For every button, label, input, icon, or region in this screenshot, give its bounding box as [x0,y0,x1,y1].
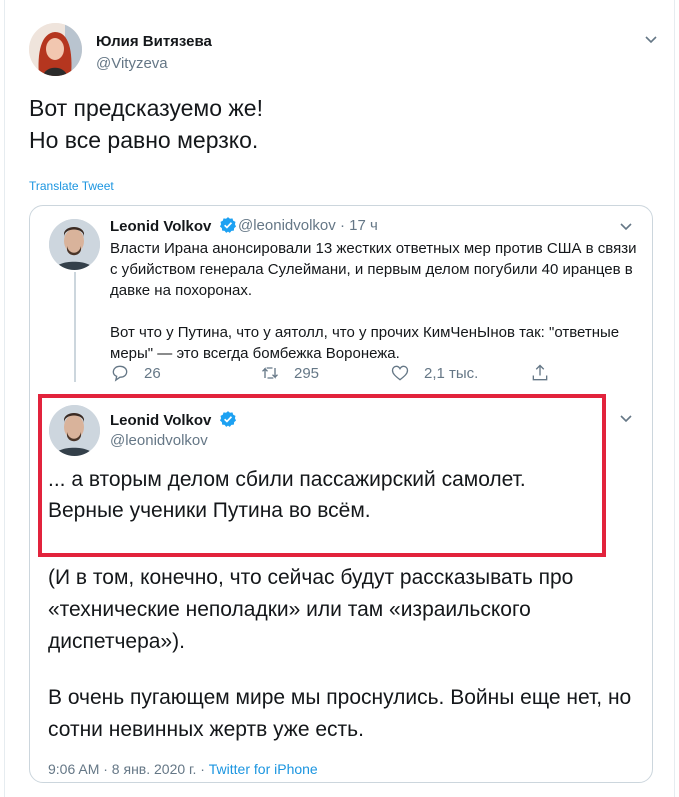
like-button[interactable]: 2,1 тыс. [390,363,478,383]
tweet-meta: @leonidvolkov · 17 ч [238,217,378,234]
translate-tweet-link[interactable]: Translate Tweet [29,179,114,193]
tweet-text-line: Вот предсказуемо же! [29,95,263,121]
retweet-count: 295 [294,364,320,382]
tweet-text-continuation: (И в том, конечно, что сейчас будут расс… [48,562,638,770]
reply-icon [112,365,128,382]
chevron-down-icon[interactable] [643,31,659,47]
retweet-icon [262,367,278,379]
thread-line [74,272,76,382]
heart-icon [391,365,409,381]
verified-badge-icon [219,217,236,233]
tweet-footer: 9:06 AM · 8 янв. 2020 г. · Twitter for i… [48,761,318,777]
highlight-box [38,394,606,557]
timestamp[interactable]: 9:06 AM · 8 янв. 2020 г. · [48,761,209,777]
tweet-text-line: Но все равно мерзко. [29,127,259,153]
reply-count: 26 [144,364,161,382]
tweet-text: Вот предсказуемо же! Но все равно мерзко… [29,92,263,156]
avatar[interactable] [49,219,100,270]
chevron-down-icon[interactable] [618,218,634,234]
tweet-paragraph: В очень пугающем мире мы проснулись. Вой… [48,686,632,741]
timestamp[interactable]: 17 ч [349,217,378,234]
author-name[interactable]: Юлия Витязева [96,33,212,50]
separator: · [339,217,345,234]
chevron-down-icon[interactable] [618,410,634,426]
avatar-photo-icon [29,23,82,76]
source-link[interactable]: Twitter for iPhone [209,761,318,777]
author-handle[interactable]: @leonidvolkov [238,217,336,234]
avatar[interactable] [29,23,82,76]
author-name[interactable]: Leonid Volkov [110,218,211,235]
author-handle[interactable]: @Vityzeva [96,55,168,72]
avatar-photo-icon [49,219,100,270]
quoted-tweet-card[interactable]: Leonid Volkov @leonidvolkov · 17 ч Власт… [29,205,653,783]
tweet-frame: Юлия Витязева @Vityzeva Вот предсказуемо… [4,0,675,797]
share-button[interactable] [530,363,564,383]
tweet-actions: 26 295 2,1 тыс. [110,363,560,387]
reply-button[interactable]: 26 [110,363,161,383]
tweet-paragraph: Вот что у Путина, что у аятолл, что у пр… [110,324,620,362]
outer-tweet-header: Юлия Витязева @Vityzeva [29,23,659,79]
quoted-author-name[interactable]: Leonid Volkov [110,216,237,235]
like-count: 2,1 тыс. [424,364,479,382]
tweet-paragraph: Власти Ирана анонсировали 13 жестких отв… [110,240,637,299]
tweet-paragraph: (И в том, конечно, что сейчас будут расс… [48,566,574,653]
share-icon [532,364,548,381]
retweet-button[interactable]: 295 [260,363,319,383]
